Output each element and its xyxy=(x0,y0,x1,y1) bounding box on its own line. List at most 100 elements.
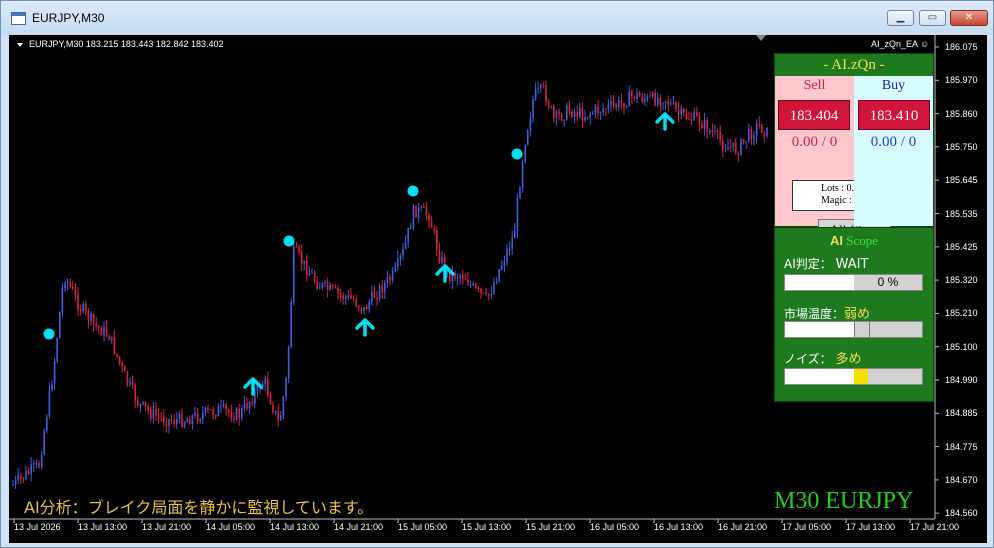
candle-body xyxy=(347,294,350,297)
candle-body xyxy=(48,389,51,417)
candle-body xyxy=(324,281,326,284)
candle-body xyxy=(745,141,747,143)
candle-body xyxy=(425,207,428,216)
candle-body xyxy=(638,93,641,97)
scope-title: AI Scope xyxy=(775,233,933,249)
time-axis-label: 13 Jul 13:00 xyxy=(78,522,128,532)
candle-body xyxy=(727,146,729,150)
candle-body xyxy=(248,402,251,409)
price-axis-label: 185.210 xyxy=(945,308,978,319)
candle-body xyxy=(124,366,126,372)
candle-body xyxy=(636,93,638,99)
candle-body xyxy=(430,221,433,228)
candle-body xyxy=(300,251,303,264)
candle-body xyxy=(542,84,545,86)
price-axis-label: 185.535 xyxy=(945,208,978,219)
candle-body xyxy=(134,385,136,401)
candle-body xyxy=(706,120,708,133)
price-chart[interactable]: EURJPY,M30 183.215 183.443 182.842 183.4… xyxy=(9,35,987,543)
candle-body xyxy=(560,114,563,121)
candle-body xyxy=(215,414,217,417)
candle-body xyxy=(92,314,95,324)
candle-body xyxy=(503,261,506,266)
candle-body xyxy=(529,117,532,131)
candle-body xyxy=(220,405,222,407)
candle-body xyxy=(59,312,61,339)
candle-body xyxy=(285,378,287,397)
candle-body xyxy=(176,419,178,424)
candle-body xyxy=(121,363,123,367)
noise-bar xyxy=(784,368,923,385)
candle-body xyxy=(103,326,105,336)
candle-body xyxy=(456,277,459,279)
candle-body xyxy=(672,102,675,104)
candle-body xyxy=(35,462,38,464)
candle-body xyxy=(293,246,295,303)
minimize-button[interactable]: ▁ xyxy=(887,10,914,26)
candle-body xyxy=(108,335,110,341)
candle-body xyxy=(675,102,677,110)
candle-body xyxy=(199,419,201,422)
sell-button[interactable]: 183.404 xyxy=(778,100,850,130)
buy-button[interactable]: 183.410 xyxy=(858,100,930,130)
candle-body xyxy=(407,228,409,243)
candle-body xyxy=(360,307,363,311)
terminal-window: EURJPY,M30 ▁ ▭ ✕ EURJPY,M30 183.215 183.… xyxy=(0,0,994,548)
candle-body xyxy=(129,381,131,384)
candle-body xyxy=(100,327,103,336)
candle-body xyxy=(438,249,441,263)
candle-body xyxy=(194,412,196,416)
candle-body xyxy=(225,404,227,410)
maximize-button[interactable]: ▭ xyxy=(919,10,946,26)
close-button[interactable]: ✕ xyxy=(950,10,988,26)
candle-body xyxy=(493,282,495,294)
buy-arrow-icon xyxy=(655,112,675,131)
candle-body xyxy=(212,409,214,415)
candle-body xyxy=(763,132,766,137)
candle-body xyxy=(602,109,604,113)
price-axis-label: 184.990 xyxy=(945,375,978,385)
candle-body xyxy=(316,280,318,289)
candle-body xyxy=(654,92,656,106)
candle-body xyxy=(168,419,170,426)
candle-body xyxy=(459,275,461,278)
candle-body xyxy=(709,130,711,133)
candle-body xyxy=(428,215,430,222)
judge-bar-fill xyxy=(785,275,854,290)
candle-body xyxy=(605,109,607,111)
candle-body xyxy=(43,430,45,455)
candle-body xyxy=(160,415,162,417)
candle-body xyxy=(90,314,92,321)
candle-body xyxy=(680,108,682,115)
candle-body xyxy=(761,124,763,133)
candle-body xyxy=(189,419,191,425)
candle-body xyxy=(365,306,368,310)
candle-body xyxy=(758,123,760,125)
candle-body xyxy=(521,161,524,188)
candle-body xyxy=(397,258,399,267)
candle-body xyxy=(368,302,370,310)
candle-body xyxy=(735,142,737,154)
time-axis-label: 14 Jul 05:00 xyxy=(206,522,256,532)
candle-body xyxy=(389,276,391,281)
noise-value: 多め xyxy=(835,352,862,367)
candle-body xyxy=(209,409,212,411)
candle-body xyxy=(295,246,298,248)
candle-body xyxy=(241,408,243,418)
candle-body xyxy=(350,294,352,299)
candle-body xyxy=(40,454,43,468)
candle-body xyxy=(579,107,581,117)
sell-label: Sell xyxy=(803,78,826,93)
candle-body xyxy=(641,96,643,102)
candle-body xyxy=(269,394,272,405)
candle-body xyxy=(243,403,246,409)
candle-body xyxy=(246,403,248,409)
candle-body xyxy=(290,302,292,348)
temp-marker xyxy=(854,322,870,337)
candle-body xyxy=(534,88,537,100)
sell-profit: 0.00 / 0 xyxy=(791,134,838,150)
buy-arrow-icon xyxy=(355,318,375,337)
candle-body xyxy=(319,287,321,289)
candle-body xyxy=(703,120,706,129)
candle-body xyxy=(399,255,402,259)
